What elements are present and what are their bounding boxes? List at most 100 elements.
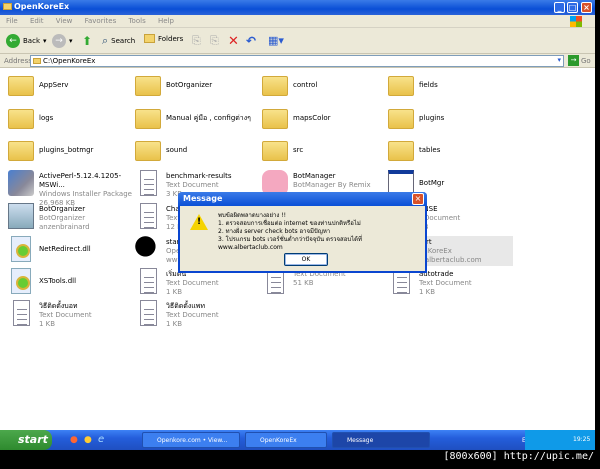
go-button[interactable]: Go	[581, 57, 591, 65]
folder-icon	[135, 109, 161, 129]
chrome-icon[interactable]: ●	[84, 435, 92, 445]
move-to-button[interactable]: ⎘	[192, 34, 201, 48]
file-text: BotManager BotManager By Remix	[293, 170, 371, 190]
menu-view[interactable]: View	[56, 17, 73, 25]
file-detail: anzenbrainard	[39, 223, 90, 231]
address-label: Address	[4, 57, 32, 65]
file-text: plugins	[419, 105, 444, 123]
menu-bar: File Edit View Favorites Tools Help	[0, 15, 595, 28]
start-button[interactable]: start	[0, 430, 52, 450]
menu-help[interactable]: Help	[158, 17, 174, 25]
message-line: พบข้อผิดพลาดบางอย่าง !!	[218, 212, 287, 219]
back-arrow-icon: ←	[6, 34, 20, 48]
chevron-down-icon[interactable]: ▾	[557, 56, 561, 64]
file-item[interactable]: วิธีติดตั้งแพท Text Document 1 KB	[135, 300, 260, 330]
undo-button[interactable]: ↶	[246, 34, 256, 48]
explorer-window: OpenKoreEx _ □ × File Edit View Favorite…	[0, 0, 595, 450]
dialog-close-button[interactable]: ×	[412, 193, 424, 205]
folder-icon	[262, 141, 288, 161]
file-item[interactable]: XSTools.dll	[8, 268, 133, 298]
file-text: tables	[419, 137, 440, 155]
folders-label: Folders	[158, 34, 184, 43]
file-detail: BotManager By Remix	[293, 181, 371, 189]
file-text: sound	[166, 137, 187, 155]
menu-file[interactable]: File	[6, 17, 18, 25]
file-detail: 1 KB	[39, 320, 56, 328]
task-openkore-browser[interactable]: Openkore.com • View...	[142, 432, 240, 448]
folder-icon	[135, 141, 161, 161]
file-text: BotOrganizer BotOrganizer anzenbrainard	[39, 203, 90, 232]
search-icon: ⌕	[102, 34, 109, 47]
file-item[interactable]: วิธีติดตั้งบอท Text Document 1 KB	[8, 300, 133, 330]
task-openkoreex[interactable]: OpenKoreEx	[245, 432, 327, 448]
minimize-button[interactable]: _	[554, 2, 565, 13]
up-folder-button[interactable]: ⬆	[82, 34, 92, 48]
file-name: NetRedirect.dll	[39, 245, 91, 253]
file-text: fields	[419, 72, 438, 90]
folder-icon	[8, 109, 34, 129]
file-item[interactable]: mapsColor	[262, 105, 387, 135]
file-item[interactable]: fields	[388, 72, 513, 102]
file-name: benchmark-results	[166, 172, 232, 180]
file-text: Manual คู่มือ , configต่างๆ	[166, 105, 251, 123]
file-item[interactable]: tables	[388, 137, 513, 167]
file-detail: 1 KB	[166, 320, 183, 328]
file-name: mapsColor	[293, 114, 331, 122]
search-label: Search	[111, 37, 136, 45]
dialog-title: Message	[183, 194, 223, 203]
file-item[interactable]: control	[262, 72, 387, 102]
address-input[interactable]: C:\OpenKoreEx ▾	[30, 55, 564, 67]
folders-icon	[144, 34, 155, 43]
forward-button[interactable]: → ▾	[52, 34, 73, 48]
address-value: C:\OpenKoreEx	[43, 57, 96, 65]
close-button[interactable]: ×	[581, 2, 592, 13]
folder-icon	[388, 76, 414, 96]
file-item[interactable]: plugins_botmgr	[8, 137, 133, 167]
message-line: 2. ทางฝั่ง server check bots อาจมีปัญหา	[218, 228, 331, 235]
file-name: plugins	[419, 114, 445, 122]
menu-edit[interactable]: Edit	[30, 17, 44, 25]
quicklaunch-icon[interactable]: ●	[70, 435, 78, 445]
file-item[interactable]: sound	[135, 137, 260, 167]
file-name: src	[293, 146, 304, 154]
msi-icon	[8, 170, 34, 196]
task-label: Message	[347, 437, 374, 444]
back-label: Back	[23, 37, 40, 45]
file-detail: Text Document	[166, 311, 219, 319]
file-item[interactable]: AppServ	[8, 72, 133, 102]
file-item[interactable]: ActivePerl-5.12.4.1205-MSWi... Windows In…	[8, 170, 133, 207]
menu-favorites[interactable]: Favorites	[85, 17, 117, 25]
task-message[interactable]: Message	[332, 432, 430, 448]
doc-icon	[13, 300, 30, 326]
menu-tools[interactable]: Tools	[128, 17, 145, 25]
maximize-button[interactable]: □	[567, 2, 578, 13]
file-item[interactable]: logs	[8, 105, 133, 135]
folder-icon	[388, 109, 414, 129]
file-item[interactable]: src	[262, 137, 387, 167]
message-line: 1. ตรวจสอบการเชื่อมต่อ internet ของท่านป…	[218, 220, 361, 227]
delete-button[interactable]: ✕	[228, 34, 239, 49]
go-arrow-icon[interactable]: →	[568, 55, 579, 66]
file-text: AppServ	[39, 72, 68, 90]
search-button[interactable]: ⌕ Search	[102, 34, 135, 48]
file-item[interactable]: BotOrganizer BotOrganizer anzenbrainard	[8, 203, 133, 233]
window-title: OpenKoreEx	[14, 2, 70, 11]
file-text: mapsColor	[293, 105, 330, 123]
views-button[interactable]: ▦▾	[268, 34, 284, 47]
file-item[interactable]: Manual คู่มือ , configต่างๆ	[135, 105, 260, 135]
copy-to-button[interactable]: ⎘	[210, 34, 219, 48]
folder-icon	[262, 109, 288, 129]
back-button[interactable]: ← Back ▾	[6, 34, 47, 48]
file-item[interactable]: BotOrganizer	[135, 72, 260, 102]
ok-button[interactable]: OK	[284, 253, 328, 266]
file-item[interactable]: plugins	[388, 105, 513, 135]
file-name: Manual คู่มือ , configต่างๆ	[166, 114, 251, 122]
file-name: sound	[166, 146, 188, 154]
folders-button[interactable]: Folders	[144, 34, 183, 43]
file-text: BotMgr	[419, 170, 444, 188]
file-name: ActivePerl-5.12.4.1205-MSWi...	[39, 172, 122, 189]
file-item[interactable]: NetRedirect.dll	[8, 236, 133, 266]
file-text: logs	[39, 105, 53, 123]
file-text: วิธีติดตั้งแพท Text Document 1 KB	[166, 300, 219, 329]
ie-icon[interactable]: e	[98, 434, 104, 445]
